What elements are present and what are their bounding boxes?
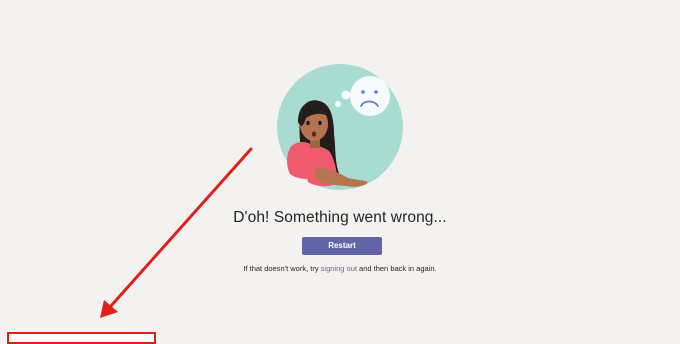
error-title: D'oh! Something went wrong... bbox=[233, 209, 447, 226]
thought-bubble-icon bbox=[350, 76, 390, 116]
signing-out-link[interactable]: signing out bbox=[321, 264, 357, 273]
mouth bbox=[311, 131, 317, 137]
thought-bubble-small bbox=[335, 101, 341, 107]
help-text-suffix: and then back in again. bbox=[356, 264, 437, 273]
error-illustration bbox=[277, 64, 403, 190]
restart-button[interactable]: Restart bbox=[302, 237, 382, 255]
eye-right bbox=[318, 120, 322, 126]
annotation-arrow-line bbox=[108, 147, 253, 309]
help-text-prefix: If that doesn't work, try bbox=[243, 264, 321, 273]
help-text: If that doesn't work, try signing out an… bbox=[0, 264, 680, 273]
annotation-arrow-head bbox=[100, 300, 118, 318]
eye-left bbox=[306, 120, 310, 126]
thought-bubble-medium bbox=[341, 90, 351, 100]
annotation-highlight-box bbox=[7, 332, 156, 344]
